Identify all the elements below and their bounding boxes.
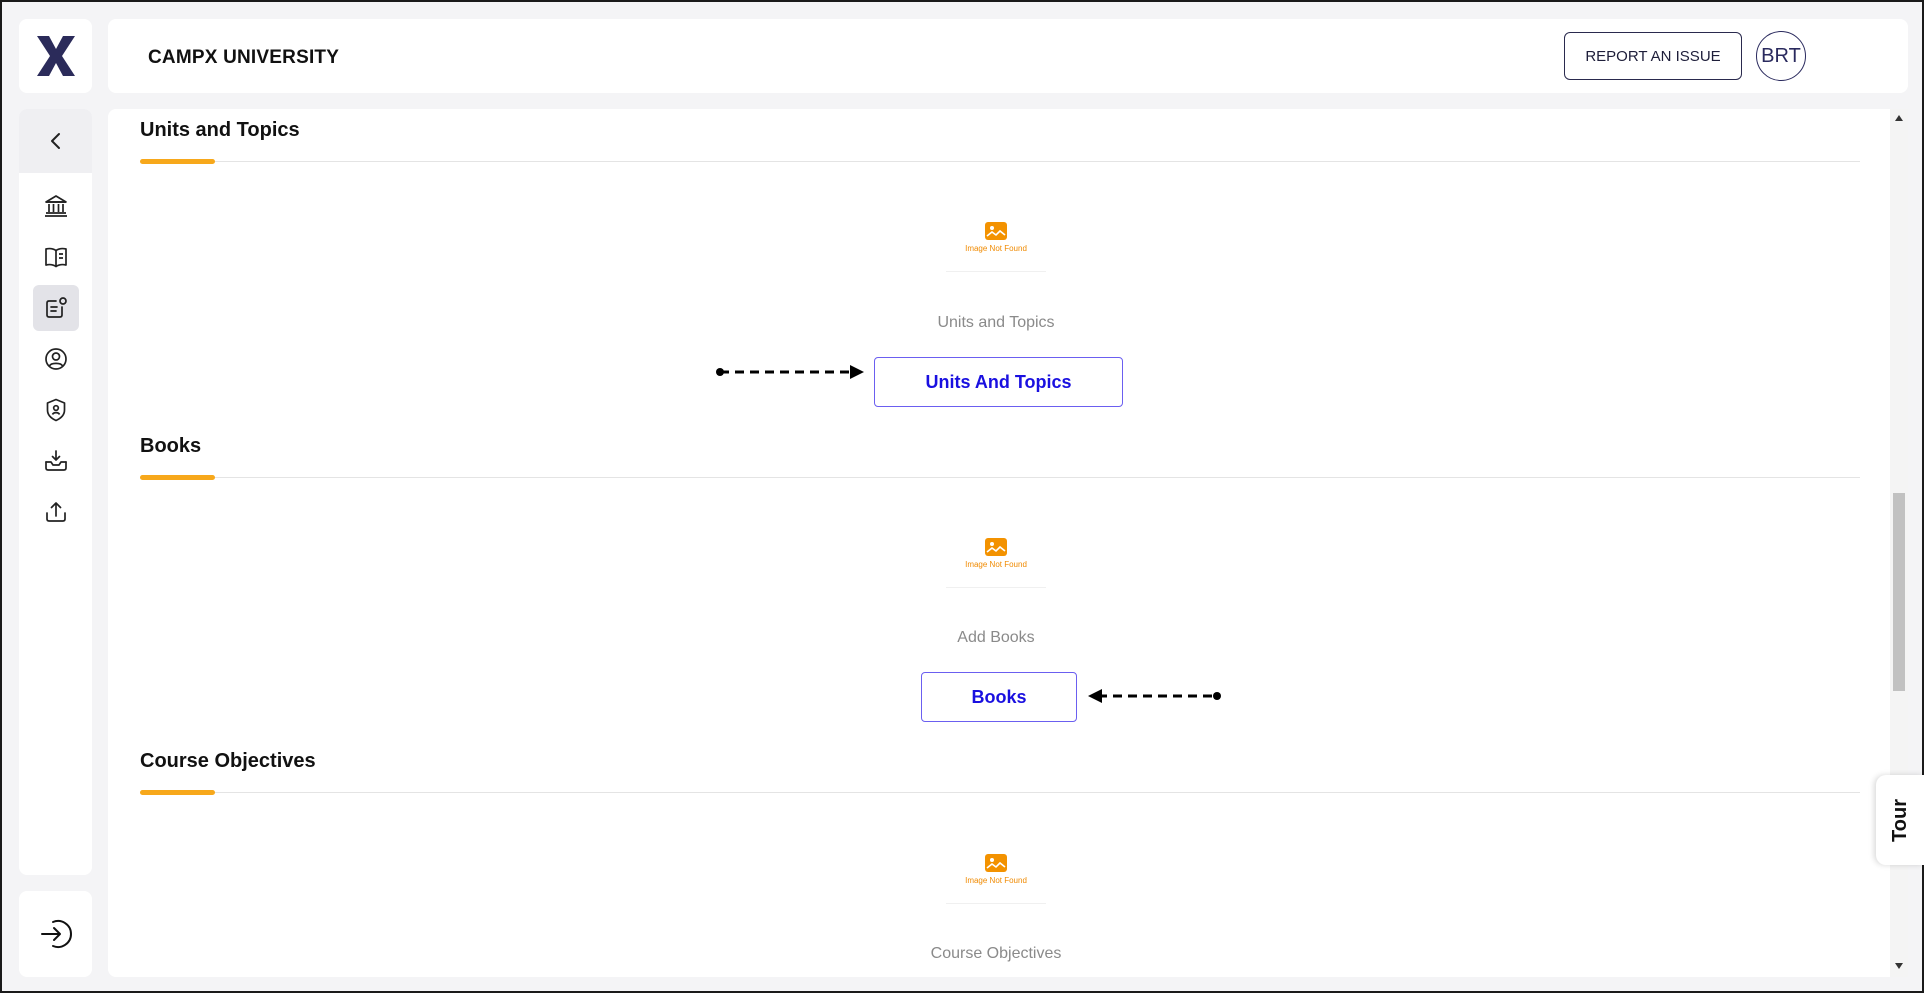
sidebar-item-books[interactable] (33, 234, 79, 280)
section-accent-bar (140, 159, 215, 164)
sidebar-item-profile[interactable] (33, 336, 79, 382)
collapse-sidebar-button[interactable] (19, 109, 92, 173)
sidebar-item-course[interactable] (33, 285, 79, 331)
image-caption: Image Not Found (965, 875, 1027, 885)
books-button[interactable]: Books (921, 672, 1077, 722)
main-content: Units and Topics Image Not Found Units a… (108, 109, 1908, 977)
image-placeholder: Image Not Found (946, 203, 1046, 272)
scrollbar-thumb[interactable] (1893, 493, 1905, 691)
section-divider (140, 161, 1860, 162)
image-not-found-icon (985, 537, 1007, 556)
logout-button[interactable] (19, 891, 92, 977)
campx-logo-icon (36, 36, 75, 76)
section-title: Course Objectives (140, 750, 316, 772)
page-title: CAMPX UNIVERSITY (148, 47, 340, 68)
image-placeholder: Image Not Found (946, 835, 1046, 904)
scroll-down-icon[interactable] (1895, 963, 1903, 969)
course-badge-icon (46, 297, 67, 318)
sidebar-item-security[interactable] (33, 387, 79, 433)
avatar[interactable]: BRT (1756, 31, 1806, 81)
section-title: Books (140, 435, 202, 457)
sidebar-item-upload[interactable] (33, 489, 79, 535)
image-placeholder: Image Not Found (946, 519, 1046, 588)
image-caption: Image Not Found (965, 243, 1027, 253)
report-issue-button[interactable]: REPORT AN ISSUE (1564, 32, 1742, 80)
app-logo[interactable] (19, 19, 92, 93)
download-tray-icon (45, 450, 67, 471)
upload-icon (46, 502, 66, 522)
sidebar (19, 109, 92, 875)
scroll-up-icon[interactable] (1895, 115, 1903, 121)
section-subtitle: Course Objectives (930, 945, 1062, 962)
book-open-icon (45, 247, 67, 268)
section-title: Units and Topics (140, 119, 300, 141)
top-header: CAMPX UNIVERSITY REPORT AN ISSUE BRT (108, 19, 1908, 93)
arrow-right-annotation-icon (716, 365, 864, 379)
tour-label: Tour (1888, 798, 1911, 842)
sidebar-item-downloads[interactable] (33, 438, 79, 484)
section-accent-bar (140, 790, 215, 795)
user-circle-icon (45, 348, 67, 370)
logout-icon (40, 920, 72, 948)
arrow-left-annotation-icon (1088, 689, 1221, 703)
sidebar-item-institution[interactable] (33, 183, 79, 229)
chevron-left-icon (50, 133, 60, 149)
section-accent-bar (140, 475, 215, 480)
institution-icon (45, 195, 67, 217)
units-and-topics-button[interactable]: Units And Topics (874, 357, 1123, 407)
section-divider (140, 792, 1860, 793)
image-not-found-icon (985, 853, 1007, 872)
section-subtitle: Units and Topics (937, 314, 1055, 331)
shield-user-icon (46, 398, 66, 422)
tour-button[interactable]: Tour (1876, 775, 1924, 865)
section-divider (140, 477, 1860, 478)
image-caption: Image Not Found (965, 559, 1027, 569)
image-not-found-icon (985, 221, 1007, 240)
section-subtitle: Add Books (957, 629, 1035, 646)
